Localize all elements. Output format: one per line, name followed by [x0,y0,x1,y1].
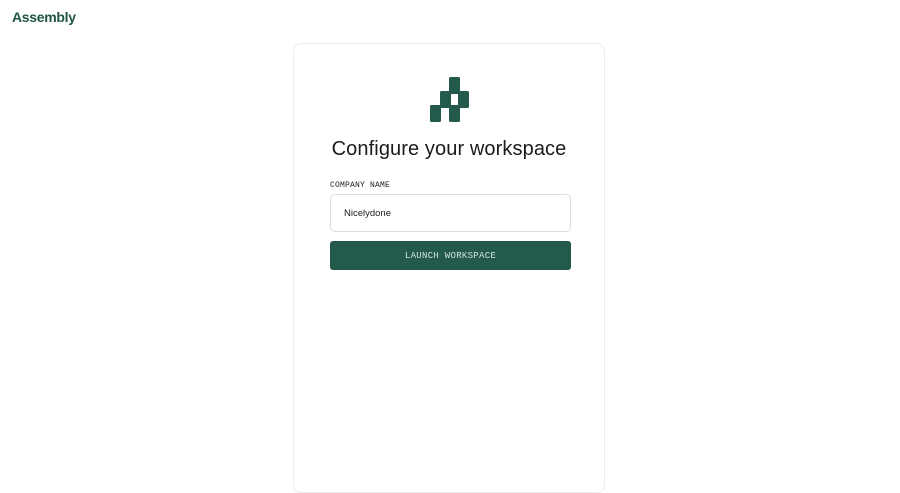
company-name-label: COMPANY NAME [330,181,391,190]
company-name-input[interactable] [330,194,571,232]
assembly-logo-icon [430,77,469,122]
launch-workspace-button[interactable]: LAUNCH WORKSPACE [330,241,571,270]
brand-logo[interactable]: Assembly [12,9,76,25]
workspace-setup-card: Configure your workspace COMPANY NAME LA… [293,43,605,493]
page-title: Configure your workspace [331,138,567,160]
